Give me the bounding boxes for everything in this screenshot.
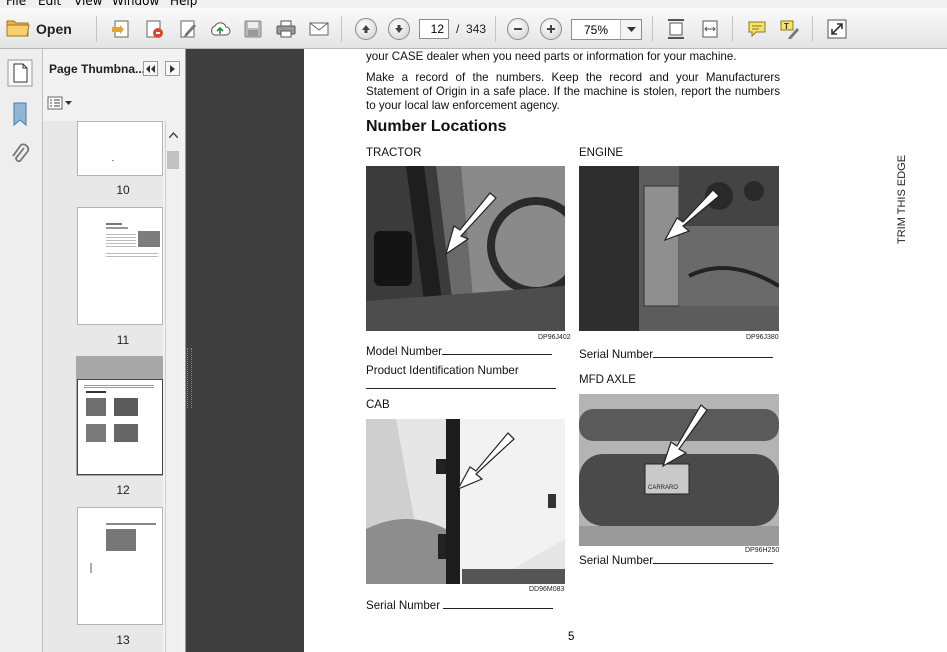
model-number-field: Model Number xyxy=(366,344,553,358)
engine-serial-label: Serial Number xyxy=(579,348,654,361)
cloud-upload-icon[interactable] xyxy=(208,17,232,41)
cab-photo xyxy=(366,419,565,584)
fit-page-icon[interactable] xyxy=(664,17,688,41)
thumbnail-label: 11 xyxy=(116,333,130,347)
separator xyxy=(96,16,97,42)
page-count: 343 xyxy=(466,22,487,36)
axle-serial-field: Serial Number xyxy=(579,553,774,567)
panel-resize-grip[interactable] xyxy=(187,348,192,408)
email-icon[interactable] xyxy=(307,17,331,41)
thumbnail-page-13[interactable] xyxy=(77,507,163,625)
tractor-photo xyxy=(366,166,565,331)
menu-help[interactable]: Help xyxy=(170,0,197,8)
create-pdf-icon[interactable] xyxy=(109,17,133,41)
zoom-value: 75% xyxy=(584,23,609,37)
page-thumbnails-icon[interactable] xyxy=(7,59,33,92)
previous-page-icon[interactable] xyxy=(354,17,378,41)
document-page: your CASE dealer when you need parts or … xyxy=(304,49,947,652)
cab-serial-field: Serial Number xyxy=(366,598,554,612)
thumbnail-label: 12 xyxy=(116,483,130,497)
thumbnail-list: 10 11 12 13 xyxy=(43,121,163,652)
scroll-thumb[interactable] xyxy=(167,151,179,169)
thumbnail-page-12[interactable] xyxy=(77,379,163,475)
separator xyxy=(812,16,813,42)
thumbnail-scrollbar[interactable] xyxy=(165,121,181,652)
collapse-panel-button[interactable] xyxy=(143,61,158,76)
open-label: Open xyxy=(36,21,72,37)
engine-photo-code: DP96J380 xyxy=(746,334,779,341)
intro-line: your CASE dealer when you need parts or … xyxy=(366,50,737,63)
toolbar: Open 12 / 343 75% T xyxy=(0,8,947,49)
options-list-icon xyxy=(47,96,63,110)
cab-serial-label: Serial Number xyxy=(366,599,441,612)
page-thumbnails-panel: Page Thumbna... 10 11 12 13 xyxy=(43,49,186,652)
trim-edge-label: TRIM THIS EDGE xyxy=(896,154,908,244)
tractor-label: TRACTOR xyxy=(366,147,422,159)
axle-plate-text: CARRARO xyxy=(648,485,678,491)
axle-label: MFD AXLE xyxy=(579,374,636,386)
thumbnail-label: 10 xyxy=(116,183,130,197)
scroll-up-icon[interactable] xyxy=(168,125,179,143)
menu-edit[interactable]: Edit xyxy=(38,0,61,8)
axle-photo: CARRARO xyxy=(579,394,779,546)
page-total: / 343 xyxy=(456,22,486,36)
product-id-line xyxy=(366,388,556,389)
print-icon[interactable] xyxy=(274,17,298,41)
open-button[interactable]: Open xyxy=(6,16,72,42)
separator xyxy=(732,16,733,42)
zoom-out-icon[interactable] xyxy=(506,17,530,41)
engine-photo xyxy=(579,166,779,331)
document-background xyxy=(186,49,304,652)
zoom-in-icon[interactable] xyxy=(539,17,563,41)
thumbnail-label: 13 xyxy=(116,633,130,647)
separator xyxy=(495,16,496,42)
full-screen-icon[interactable] xyxy=(825,17,849,41)
engine-label: ENGINE xyxy=(579,147,624,159)
menu-window[interactable]: Window xyxy=(112,0,159,8)
thumbnail-page-10[interactable] xyxy=(77,121,163,176)
tractor-photo-code: DP96J402 xyxy=(538,334,571,341)
product-id-label: Product Identification Number xyxy=(366,364,519,377)
expand-panel-button[interactable] xyxy=(165,61,180,76)
thumbnail-page-11[interactable] xyxy=(77,207,163,325)
menu-view[interactable]: View xyxy=(74,0,102,8)
svg-text:T: T xyxy=(784,22,789,31)
save-icon[interactable] xyxy=(241,17,265,41)
highlight-text-icon[interactable]: T xyxy=(778,17,802,41)
next-page-icon[interactable] xyxy=(387,17,411,41)
export-pdf-icon[interactable] xyxy=(142,17,166,41)
chevron-down-icon xyxy=(65,100,72,105)
intro-paragraph: Make a record of the numbers. Keep the r… xyxy=(366,71,780,112)
engine-serial-field: Serial Number xyxy=(579,347,774,361)
attachments-icon[interactable] xyxy=(9,143,31,172)
panel-title: Page Thumbna... xyxy=(49,62,146,76)
edit-pdf-icon[interactable] xyxy=(176,17,200,41)
axle-serial-label: Serial Number xyxy=(579,554,654,567)
zoom-select[interactable]: 75% xyxy=(571,19,642,40)
fit-width-icon[interactable] xyxy=(698,17,722,41)
separator xyxy=(652,16,653,42)
page-number-input[interactable]: 12 xyxy=(419,19,449,39)
page-separator: / xyxy=(456,22,460,36)
folder-icon xyxy=(6,17,30,42)
cab-label: CAB xyxy=(366,399,390,411)
bookmarks-icon[interactable] xyxy=(10,101,30,132)
thumbnail-options-button[interactable] xyxy=(47,96,72,110)
section-title: Number Locations xyxy=(366,118,507,135)
page-number: 5 xyxy=(568,631,575,643)
separator xyxy=(341,16,342,42)
comment-icon[interactable] xyxy=(745,17,769,41)
cab-photo-code: DD96M083 xyxy=(529,586,565,593)
model-number-label: Model Number xyxy=(366,345,443,358)
menu-file[interactable]: File xyxy=(6,0,26,8)
navigation-icon-strip xyxy=(0,49,43,652)
chevron-down-icon[interactable] xyxy=(620,20,641,39)
menu-bar: File Edit View Window Help xyxy=(0,0,947,8)
